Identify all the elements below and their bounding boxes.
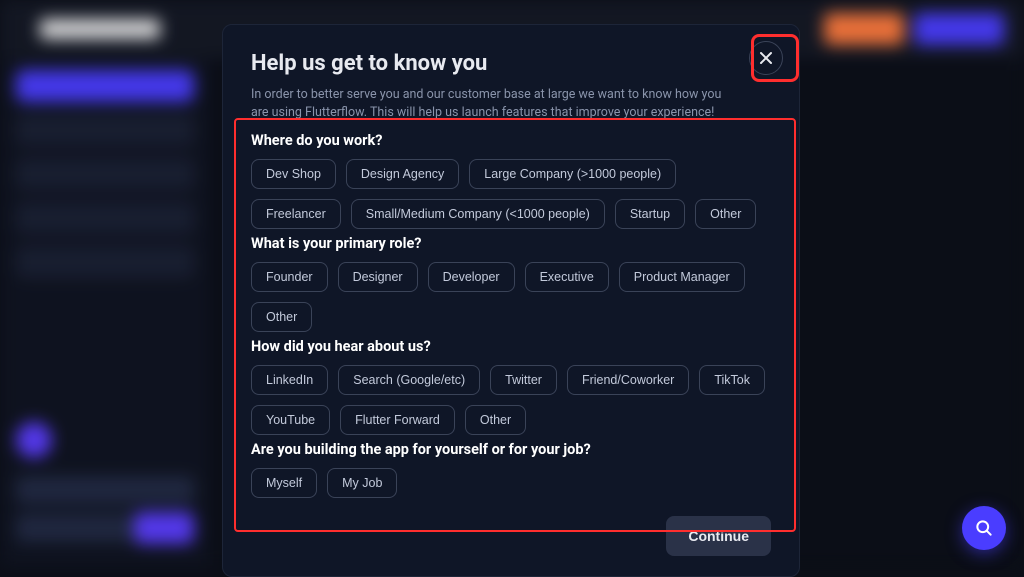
survey-options: LinkedIn Search (Google/etc) Twitter Friend… [251, 365, 771, 435]
survey-options: Founder Designer Developer Executive Product… [251, 262, 771, 332]
survey-option-chip[interactable]: Designer [338, 262, 418, 292]
survey-option-chip[interactable]: Dev Shop [251, 159, 336, 189]
survey-option-chip[interactable]: Freelancer [251, 199, 341, 229]
close-button[interactable] [749, 41, 783, 75]
modal-title: Help us get to know you [251, 51, 771, 76]
topbar-cta-secondary [914, 13, 1004, 45]
sidebar-footer-row [16, 476, 194, 504]
survey-option-chip[interactable]: Large Company (>1000 people) [469, 159, 676, 189]
onboarding-modal: Help us get to know you In order to bett… [222, 24, 800, 577]
survey-option-chip[interactable]: Search (Google/etc) [338, 365, 480, 395]
continue-button[interactable]: Continue [666, 516, 771, 556]
survey-options: Dev Shop Design Agency Large Company (>100… [251, 159, 771, 229]
survey-option-chip[interactable]: Other [695, 199, 756, 229]
survey-option-chip[interactable]: My Job [327, 468, 397, 498]
sidebar-item [16, 246, 194, 278]
app-logo [40, 19, 160, 39]
survey-option-chip[interactable]: Twitter [490, 365, 557, 395]
sidebar-item [16, 70, 194, 102]
sidebar-item [16, 158, 194, 190]
survey-option-chip[interactable]: Small/Medium Company (<1000 people) [351, 199, 605, 229]
survey-question: What is your primary role? [251, 235, 771, 252]
avatar [16, 422, 52, 458]
survey-option-chip[interactable]: Executive [525, 262, 609, 292]
survey-option-chip[interactable]: Startup [615, 199, 685, 229]
survey-option-chip[interactable]: TikTok [699, 365, 765, 395]
survey-option-chip[interactable]: Friend/Coworker [567, 365, 689, 395]
survey-option-chip[interactable]: Other [465, 405, 526, 435]
survey-option-chip[interactable]: Founder [251, 262, 328, 292]
topbar-cta-primary [824, 13, 904, 45]
help-fab[interactable] [962, 506, 1006, 550]
survey-option-chip[interactable]: Other [251, 302, 312, 332]
survey-option-chip[interactable]: Design Agency [346, 159, 459, 189]
survey-option-chip[interactable]: Myself [251, 468, 317, 498]
survey-question: How did you hear about us? [251, 338, 771, 355]
modal-subtitle: In order to better serve you and our cus… [251, 86, 731, 122]
close-icon [759, 51, 773, 65]
survey-question: Where do you work? [251, 132, 771, 149]
survey-option-chip[interactable]: Product Manager [619, 262, 745, 292]
survey-option-chip[interactable]: LinkedIn [251, 365, 328, 395]
survey-sections: Where do you work? Dev Shop Design Agency L… [251, 132, 771, 498]
search-icon [974, 518, 994, 538]
sidebar-footer-button [134, 512, 194, 544]
survey-options: Myself My Job [251, 468, 771, 498]
sidebar-item [16, 114, 194, 146]
survey-question: Are you building the app for yourself or… [251, 441, 771, 458]
survey-option-chip[interactable]: YouTube [251, 405, 330, 435]
survey-option-chip[interactable]: Flutter Forward [340, 405, 455, 435]
sidebar-item [16, 202, 194, 234]
survey-option-chip[interactable]: Developer [428, 262, 515, 292]
sidebar [0, 58, 210, 568]
